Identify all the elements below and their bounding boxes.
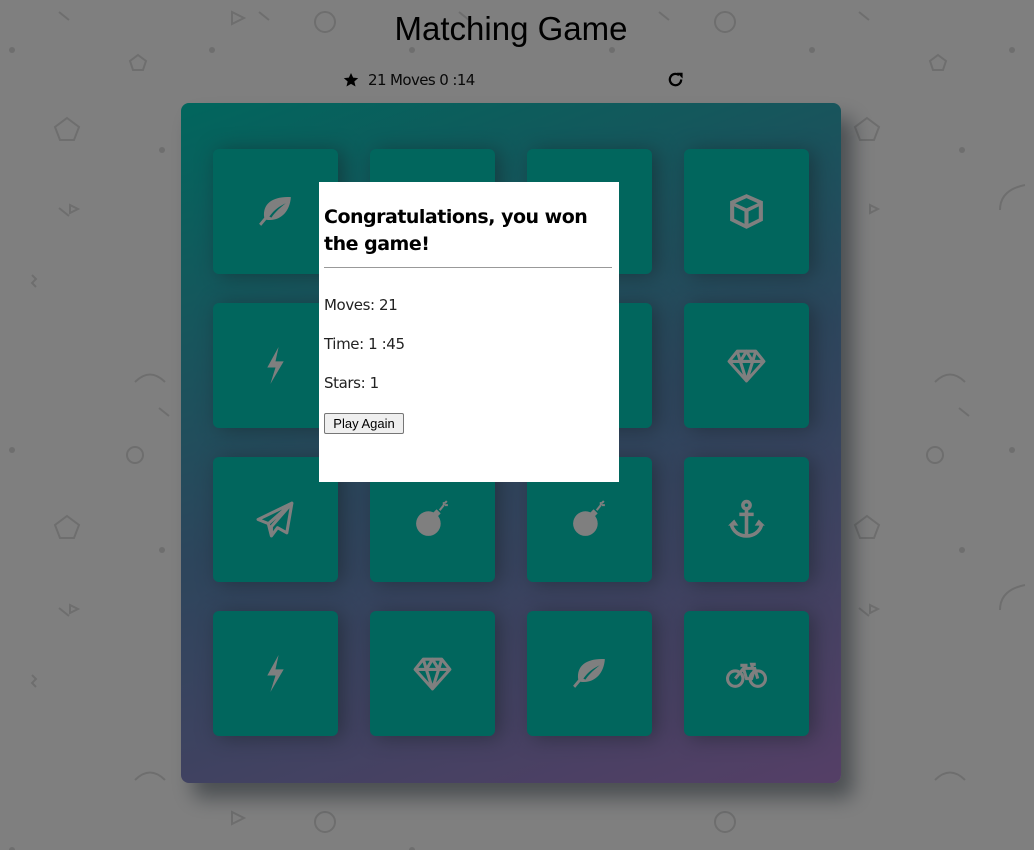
modal-divider: [324, 267, 612, 268]
play-again-button[interactable]: Play Again: [324, 413, 404, 434]
modal-heading: Congratulations, you won the game!: [324, 206, 588, 255]
modal-moves: Moves: 21: [324, 296, 398, 314]
modal-time: Time: 1 :45: [324, 335, 405, 353]
modal-stars: Stars: 1: [324, 374, 379, 392]
win-modal: Congratulations, you won the game! Moves…: [319, 182, 619, 482]
